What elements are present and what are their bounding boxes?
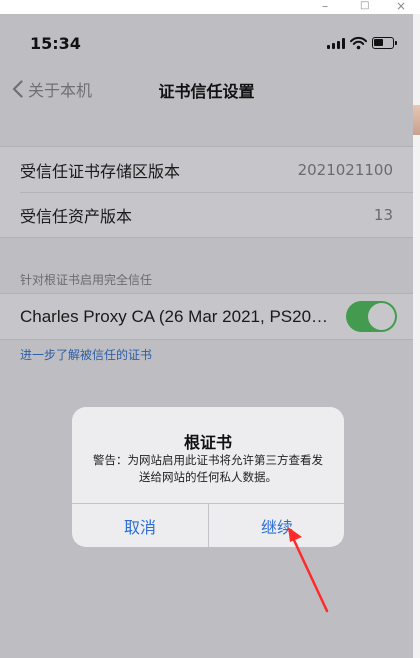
minimize-icon[interactable]: – [322,0,328,13]
section-header: 针对根证书启用完全信任 [20,273,153,287]
row-value: 13 [373,205,393,224]
alert-title: 根证书 [183,433,232,452]
cancel-button[interactable]: 取消 [72,504,208,547]
list-item: 受信任证书存储区版本 2021021100 [0,147,413,192]
row-value: 2021021100 [297,160,393,179]
background-window-sliver [413,105,420,135]
status-time: 15:34 [30,34,81,53]
info-group: 受信任证书存储区版本 2021021100 受信任资产版本 13 [0,146,413,238]
certificate-trust-row: Charles Proxy CA (26 Mar 2021, PS202... [0,294,413,339]
page-title: 证书信任设置 [158,82,255,101]
row-label: 受信任证书存储区版本 [20,161,181,181]
list-item: 受信任资产版本 13 [0,192,413,237]
learn-more-link[interactable]: 进一步了解被信任的证书 [20,346,152,363]
trust-group: Charles Proxy CA (26 Mar 2021, PS202... [0,293,413,340]
signal-icon [327,38,345,49]
navigation-bar: 关于本机 证书信任设置 [0,76,413,102]
annotation-arrow-icon [288,527,329,613]
wifi-icon [350,35,367,50]
host-window-titlebar: – □ × [0,0,420,14]
close-icon[interactable]: × [396,0,406,13]
trust-toggle[interactable] [346,301,397,332]
battery-icon [372,37,397,49]
row-label: 受信任资产版本 [20,206,133,226]
alert-message: 警告：为网站启用此证书将允许第三方查看发送给网站的任何私人数据。 [93,453,323,484]
certificate-label: Charles Proxy CA (26 Mar 2021, PS202... [20,306,330,326]
phone-screen: 15:34 关于本机 证书信任设置 受信任证书存储区版本 2021021100 [0,14,413,658]
toggle-knob [368,303,395,330]
status-bar: 15:34 [0,14,413,76]
maximize-icon[interactable]: □ [360,0,369,13]
